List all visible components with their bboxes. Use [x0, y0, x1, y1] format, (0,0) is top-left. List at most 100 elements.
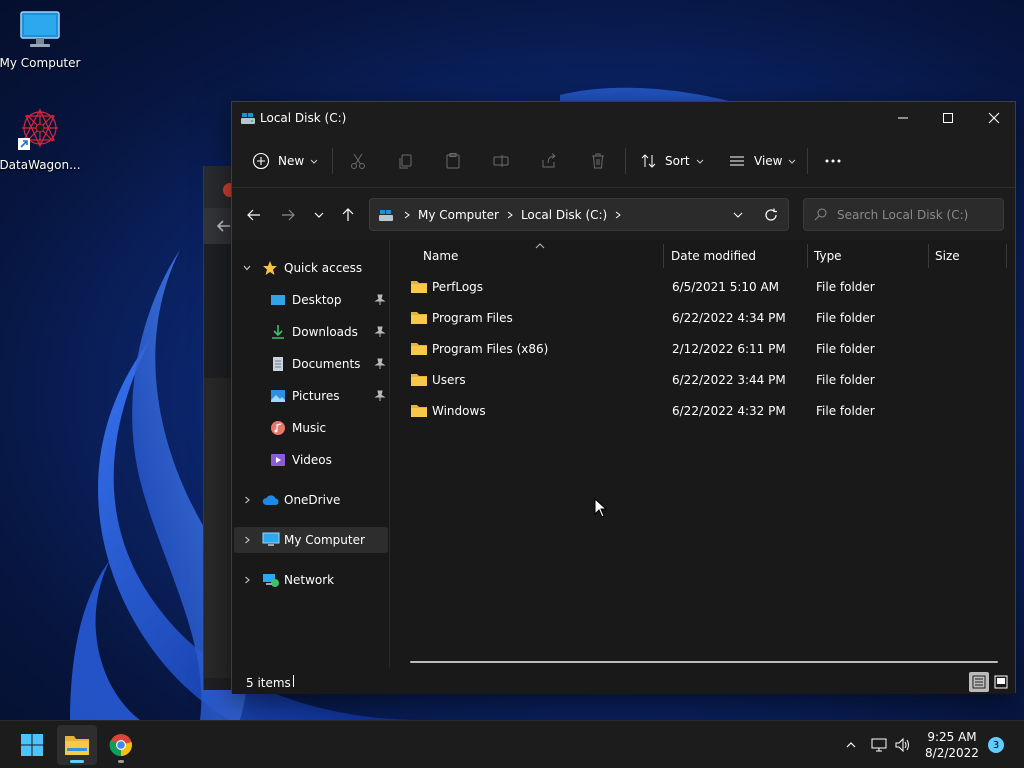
back-button[interactable] [242, 204, 266, 226]
network-tray-button[interactable] [869, 733, 889, 757]
delete-button[interactable] [589, 148, 607, 174]
chevron-right-icon[interactable] [242, 575, 252, 585]
file-type: File folder [816, 342, 875, 356]
column-divider[interactable] [1006, 244, 1007, 268]
volume-tray-button[interactable] [893, 733, 913, 757]
chevron-down-icon [789, 159, 796, 164]
title-bar[interactable]: Local Disk (C:) [232, 102, 1015, 134]
chrome-icon [109, 734, 132, 757]
nav-item-desktop[interactable]: Desktop [234, 287, 388, 313]
column-header-date-modified[interactable]: Date modified [671, 240, 756, 272]
file-list: Name Date modified Type Size PerfLogs 6/… [392, 240, 1015, 668]
monitor-icon [20, 11, 60, 47]
network-monitor-icon [871, 738, 887, 752]
column-divider[interactable] [663, 244, 664, 268]
column-divider[interactable] [928, 244, 929, 268]
videos-icon [271, 454, 285, 466]
toolbar-separator [332, 148, 333, 174]
chevron-right-icon [507, 211, 513, 218]
nav-item-documents[interactable]: Documents [234, 351, 388, 377]
file-row-windows[interactable]: Windows 6/22/2022 4:32 PM File folder [402, 396, 1002, 426]
column-divider[interactable] [807, 244, 808, 268]
maximize-button[interactable] [925, 102, 971, 134]
close-button[interactable] [971, 102, 1017, 134]
breadcrumb-my-computer[interactable]: My Computer [418, 208, 499, 222]
nav-network[interactable]: Network [234, 567, 388, 593]
rename-button[interactable] [492, 148, 510, 174]
sort-button[interactable]: Sort [640, 148, 705, 174]
file-explorer-window[interactable]: Local Disk (C:) New Sort View My Compute… [231, 101, 1016, 694]
share-button[interactable] [540, 148, 558, 174]
file-row-perflogs[interactable]: PerfLogs 6/5/2021 5:10 AM File folder [402, 272, 1002, 302]
view-button[interactable]: View [728, 148, 797, 174]
copy-button[interactable] [397, 148, 415, 174]
pin-icon[interactable] [374, 294, 386, 306]
chevron-down-icon [696, 159, 703, 164]
show-hidden-icons-button[interactable] [842, 733, 860, 757]
up-button[interactable] [336, 204, 360, 226]
background-window[interactable] [203, 166, 237, 690]
address-bar[interactable]: My Computer Local Disk (C:) [369, 198, 789, 231]
taskbar-file-explorer[interactable] [57, 725, 97, 765]
breadcrumb-local-disk[interactable]: Local Disk (C:) [521, 208, 607, 222]
file-row-users[interactable]: Users 6/22/2022 3:44 PM File folder [402, 365, 1002, 395]
chevron-right-icon[interactable] [242, 535, 252, 545]
new-label: New [278, 154, 305, 168]
nav-item-pictures[interactable]: Pictures [234, 383, 388, 409]
refresh-icon[interactable] [764, 208, 778, 222]
more-options-button[interactable] [824, 148, 842, 174]
share-icon [542, 153, 556, 168]
forward-arrow-icon [282, 209, 295, 221]
nav-onedrive[interactable]: OneDrive [234, 487, 388, 513]
paste-button[interactable] [444, 148, 462, 174]
desktop-icon-my-computer[interactable]: My Computer [0, 8, 80, 70]
nav-item-videos[interactable]: Videos [234, 447, 388, 473]
nav-quick-access[interactable]: Quick access [234, 255, 388, 281]
window-title: Local Disk (C:) [260, 111, 347, 125]
new-button[interactable]: New [252, 148, 319, 174]
cut-button[interactable] [349, 148, 367, 174]
recent-locations-button[interactable] [307, 204, 331, 226]
pin-icon[interactable] [374, 390, 386, 402]
datawagon-shortcut-icon [18, 108, 58, 150]
chevron-right-icon[interactable] [242, 495, 252, 505]
file-row-program-files[interactable]: Program Files 6/22/2022 4:34 PM File fol… [402, 303, 1002, 333]
file-row-program-files-x86[interactable]: Program Files (x86) 2/12/2022 6:11 PM Fi… [402, 334, 1002, 364]
nav-label: Quick access [284, 261, 363, 275]
minimize-button[interactable] [880, 102, 926, 134]
column-header-name[interactable]: Name [423, 240, 458, 272]
sort-indicator-icon [535, 243, 545, 249]
clock-time: 9:25 AM [927, 730, 977, 744]
system-clock[interactable]: 9:25 AM 8/2/2022 [916, 729, 988, 761]
thumbnail-view-icon [994, 675, 1008, 689]
minimize-icon [898, 117, 908, 119]
notification-badge[interactable]: 3 [988, 737, 1004, 753]
column-header-type[interactable]: Type [814, 240, 842, 272]
search-box[interactable]: Search Local Disk (C:) [803, 198, 1004, 231]
horizontal-scrollbar[interactable] [410, 661, 998, 663]
desktop-icon-datawagon[interactable]: DataWagon... [0, 106, 81, 172]
pin-icon[interactable] [374, 326, 386, 338]
folder-icon [411, 374, 427, 386]
nav-item-downloads[interactable]: Downloads [234, 319, 388, 345]
command-bar: New Sort View [232, 134, 1015, 188]
taskbar-chrome[interactable] [101, 725, 141, 765]
explorer-content: Quick access Desktop Downloads Documents… [232, 240, 1015, 668]
file-type: File folder [816, 280, 875, 294]
background-window-content [204, 244, 234, 378]
monitor-icon [262, 532, 280, 546]
start-button[interactable] [12, 725, 52, 765]
address-dropdown-icon[interactable] [732, 209, 744, 221]
up-arrow-icon [342, 208, 354, 221]
chevron-down-icon [310, 159, 318, 164]
column-header-size[interactable]: Size [935, 240, 960, 272]
nav-item-music[interactable]: Music [234, 415, 388, 441]
file-date: 6/22/2022 3:44 PM [672, 373, 786, 387]
background-window-toolbar [204, 208, 234, 244]
details-view-button[interactable] [969, 672, 989, 692]
thumbnail-view-button[interactable] [991, 672, 1011, 692]
forward-button[interactable] [276, 204, 300, 226]
nav-my-computer[interactable]: My Computer [234, 527, 388, 553]
chevron-down-icon[interactable] [242, 263, 252, 273]
pin-icon[interactable] [374, 358, 386, 370]
